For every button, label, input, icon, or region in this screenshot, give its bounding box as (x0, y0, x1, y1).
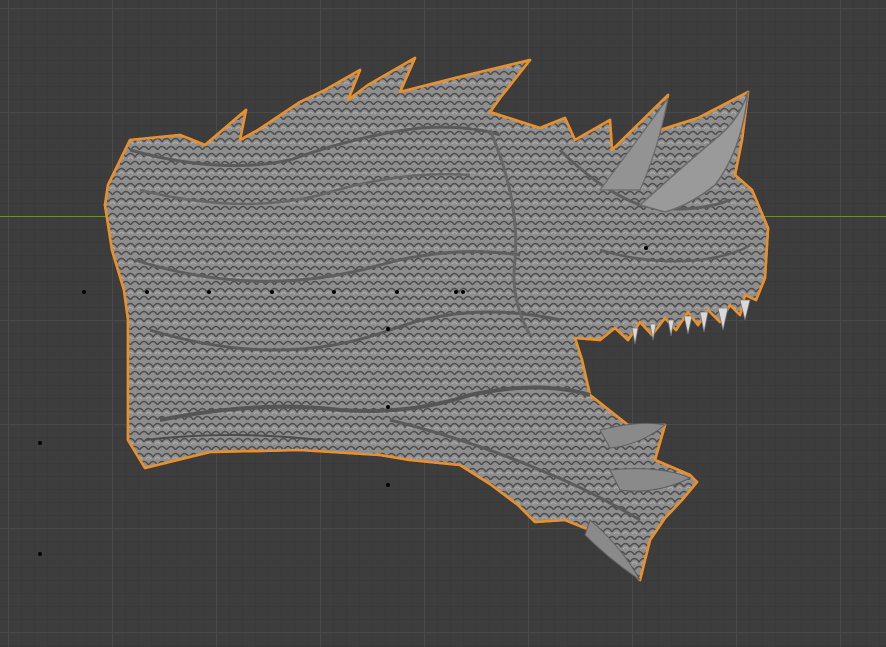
vertex-dot[interactable] (454, 290, 458, 294)
vertex-dot[interactable] (386, 327, 390, 331)
vertex-dot[interactable] (270, 290, 274, 294)
vertex-dot[interactable] (207, 290, 211, 294)
vertex-dot[interactable] (82, 290, 86, 294)
dragon-head-silhouette (103, 56, 770, 582)
vertex-dot[interactable] (38, 441, 42, 445)
dragon-head-mesh[interactable] (0, 0, 886, 647)
vertex-dot[interactable] (395, 290, 399, 294)
vertex-dot[interactable] (38, 552, 42, 556)
vertex-dot[interactable] (644, 246, 648, 250)
vertex-dot[interactable] (145, 290, 149, 294)
vertex-dot[interactable] (461, 290, 465, 294)
vertex-dot[interactable] (386, 483, 390, 487)
vertex-dot[interactable] (386, 405, 390, 409)
vertex-dot[interactable] (332, 290, 336, 294)
3d-viewport[interactable] (0, 0, 886, 647)
